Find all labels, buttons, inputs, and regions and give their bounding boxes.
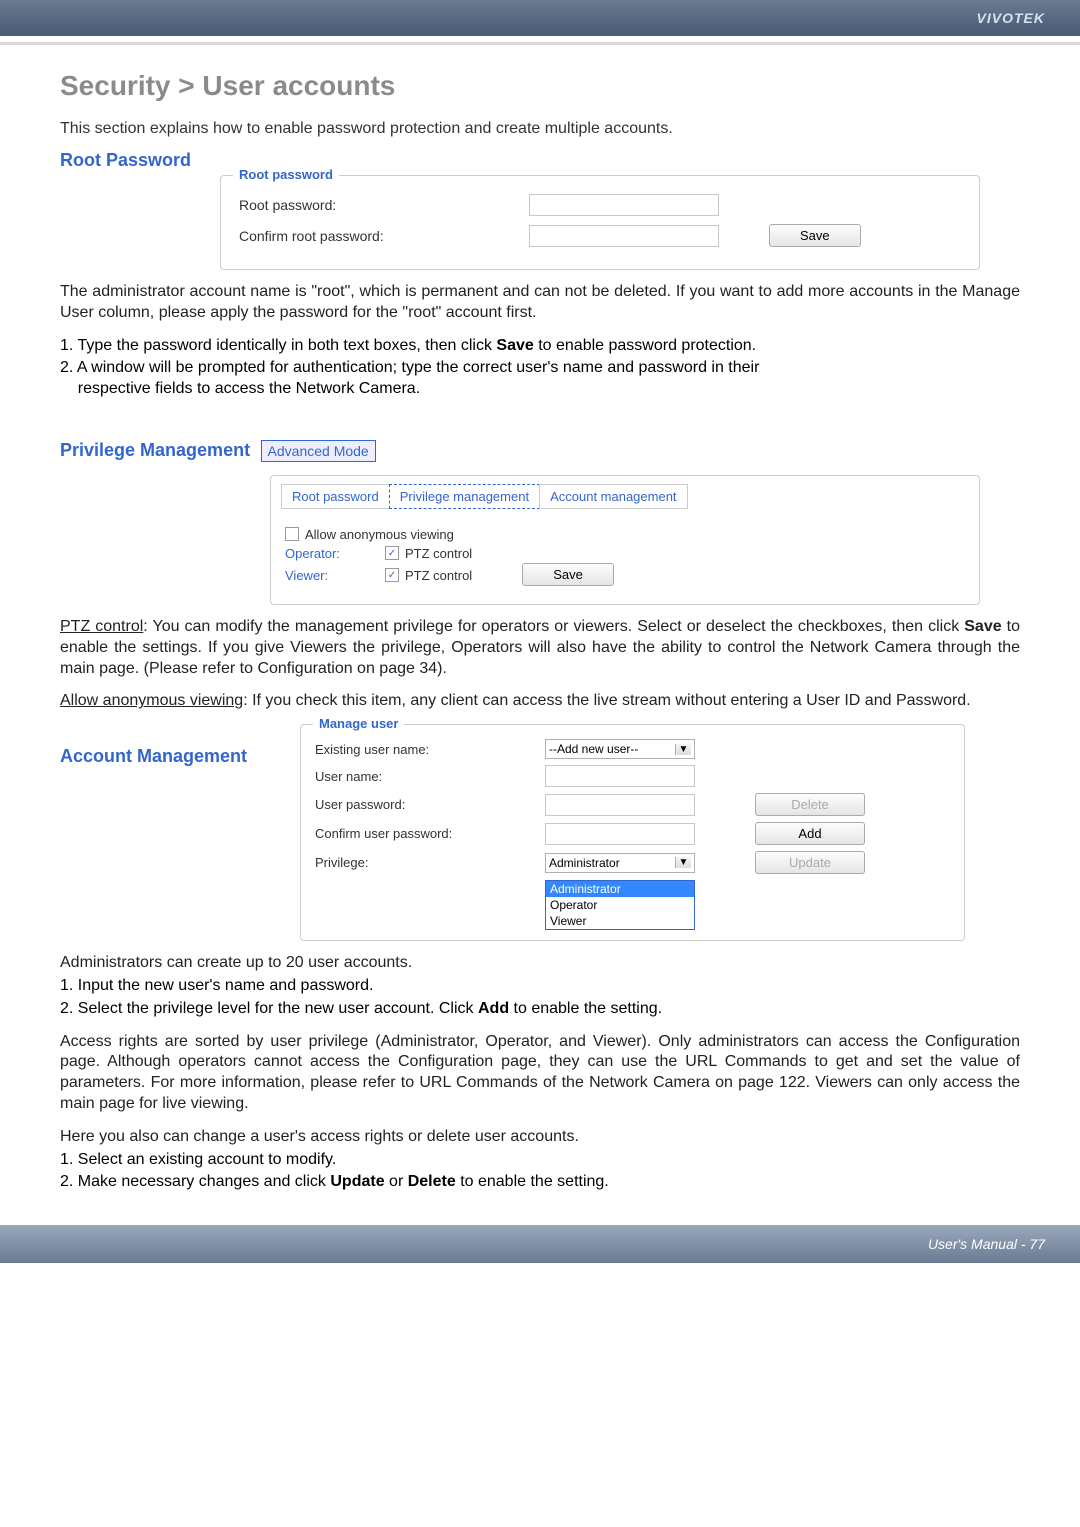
confirmpw-input[interactable] bbox=[545, 823, 695, 845]
priv-save-button[interactable]: Save bbox=[522, 563, 614, 586]
existing-user-row: Existing user name: --Add new user-- ▼ bbox=[315, 739, 950, 759]
option-operator[interactable]: Operator bbox=[546, 897, 694, 913]
root-password-heading: Root Password bbox=[60, 150, 1020, 171]
userpw-label: User password: bbox=[315, 797, 545, 812]
operator-ptz-checkbox[interactable]: ✓ bbox=[385, 546, 399, 560]
manage-legend: Manage user bbox=[313, 716, 404, 731]
intro-text: This section explains how to enable pass… bbox=[60, 120, 1020, 138]
option-viewer[interactable]: Viewer bbox=[546, 913, 694, 929]
dropdown-arrow-icon: ▼ bbox=[675, 857, 691, 868]
admin-create-text: Administrators can create up to 20 user … bbox=[60, 953, 1020, 974]
account-mgmt-heading: Account Management bbox=[60, 746, 300, 767]
confirmpw-row: Confirm user password: Add bbox=[315, 822, 950, 845]
root-pw-row: Root password: bbox=[239, 194, 961, 216]
privilege-dropdown-list: Administrator Operator Viewer bbox=[545, 880, 695, 930]
priv-content: Allow anonymous viewing Operator: ✓ PTZ … bbox=[271, 517, 979, 586]
tab-root-password[interactable]: Root password bbox=[281, 484, 390, 509]
priv-mgmt-panel: Root password Privilege management Accou… bbox=[270, 475, 980, 605]
root-save-button[interactable]: Save bbox=[769, 224, 861, 247]
confirm-pw-input[interactable] bbox=[529, 225, 719, 247]
privilege-select[interactable]: Administrator ▼ bbox=[545, 853, 695, 873]
privilege-row: Privilege: Administrator ▼ Update bbox=[315, 851, 950, 874]
privilege-label: Privilege: bbox=[315, 855, 545, 870]
userpw-input[interactable] bbox=[545, 794, 695, 816]
tabs-row: Root password Privilege management Accou… bbox=[271, 476, 979, 517]
allow-anon-row: Allow anonymous viewing bbox=[285, 527, 965, 542]
allow-anon-checkbox[interactable] bbox=[285, 527, 299, 541]
operator-row: Operator: ✓ PTZ control bbox=[285, 546, 965, 561]
header-bar: VIVOTEK bbox=[0, 0, 1080, 36]
admin-step-1: 1. Input the new user's name and passwor… bbox=[60, 976, 1020, 997]
change-step-1: 1. Select an existing account to modify. bbox=[60, 1150, 1020, 1171]
page-content: Security > User accounts This section ex… bbox=[0, 45, 1080, 1215]
confirm-pw-row: Confirm root password: Save bbox=[239, 224, 961, 247]
tab-account-management[interactable]: Account management bbox=[539, 484, 687, 509]
existing-user-select[interactable]: --Add new user-- ▼ bbox=[545, 739, 695, 759]
existing-user-label: Existing user name: bbox=[315, 742, 545, 757]
footer-bar: User's Manual - 77 bbox=[0, 1225, 1080, 1263]
viewer-label: Viewer: bbox=[285, 568, 385, 583]
change-rights-text: Here you also can change a user's access… bbox=[60, 1127, 1020, 1148]
page-title: Security > User accounts bbox=[60, 70, 1020, 102]
root-pw-label: Root password: bbox=[239, 197, 529, 213]
viewer-ptz-checkbox[interactable]: ✓ bbox=[385, 568, 399, 582]
fieldset-legend: Root password bbox=[233, 167, 339, 182]
delete-button[interactable]: Delete bbox=[755, 793, 865, 816]
root-step-2: 2. A window will be prompted for authent… bbox=[60, 358, 1020, 400]
operator-label: Operator: bbox=[285, 546, 385, 561]
viewer-ptz-label: PTZ control bbox=[405, 568, 472, 583]
root-desc-text: The administrator account name is "root"… bbox=[60, 282, 1020, 324]
change-step-2: 2. Make necessary changes and click Upda… bbox=[60, 1172, 1020, 1193]
existing-user-value: --Add new user-- bbox=[549, 742, 638, 756]
privilege-value: Administrator bbox=[549, 856, 620, 870]
account-mgmt-wrap: Account Management Manage user Existing … bbox=[60, 724, 1020, 941]
priv-mgmt-heading: Privilege Management bbox=[60, 440, 250, 461]
dropdown-arrow-icon: ▼ bbox=[675, 744, 691, 755]
root-pw-input[interactable] bbox=[529, 194, 719, 216]
ptz-desc-text: PTZ control: You can modify the manageme… bbox=[60, 617, 1020, 679]
brand-logo: VIVOTEK bbox=[977, 10, 1045, 26]
access-rights-text: Access rights are sorted by user privile… bbox=[60, 1032, 1020, 1115]
root-password-fieldset: Root password Root password: Confirm roo… bbox=[220, 175, 980, 270]
username-input[interactable] bbox=[545, 765, 695, 787]
footer-text: User's Manual - 77 bbox=[928, 1236, 1045, 1252]
option-administrator[interactable]: Administrator bbox=[546, 881, 694, 897]
update-button[interactable]: Update bbox=[755, 851, 865, 874]
tab-privilege-management[interactable]: Privilege management bbox=[389, 484, 540, 509]
username-label: User name: bbox=[315, 769, 545, 784]
confirmpw-label: Confirm user password: bbox=[315, 826, 545, 841]
advanced-mode-badge: Advanced Mode bbox=[261, 440, 376, 462]
anon-desc-text: Allow anonymous viewing: If you check th… bbox=[60, 691, 1020, 712]
root-step-1: 1. Type the password identically in both… bbox=[60, 336, 1020, 357]
allow-anon-label: Allow anonymous viewing bbox=[305, 527, 454, 542]
confirm-pw-label: Confirm root password: bbox=[239, 228, 529, 244]
userpw-row: User password: Delete bbox=[315, 793, 950, 816]
admin-step-2: 2. Select the privilege level for the ne… bbox=[60, 999, 1020, 1020]
username-row: User name: bbox=[315, 765, 950, 787]
viewer-row: Viewer: ✓ PTZ control Save bbox=[285, 565, 965, 586]
manage-user-fieldset: Manage user Existing user name: --Add ne… bbox=[300, 724, 965, 941]
operator-ptz-label: PTZ control bbox=[405, 546, 472, 561]
add-button[interactable]: Add bbox=[755, 822, 865, 845]
